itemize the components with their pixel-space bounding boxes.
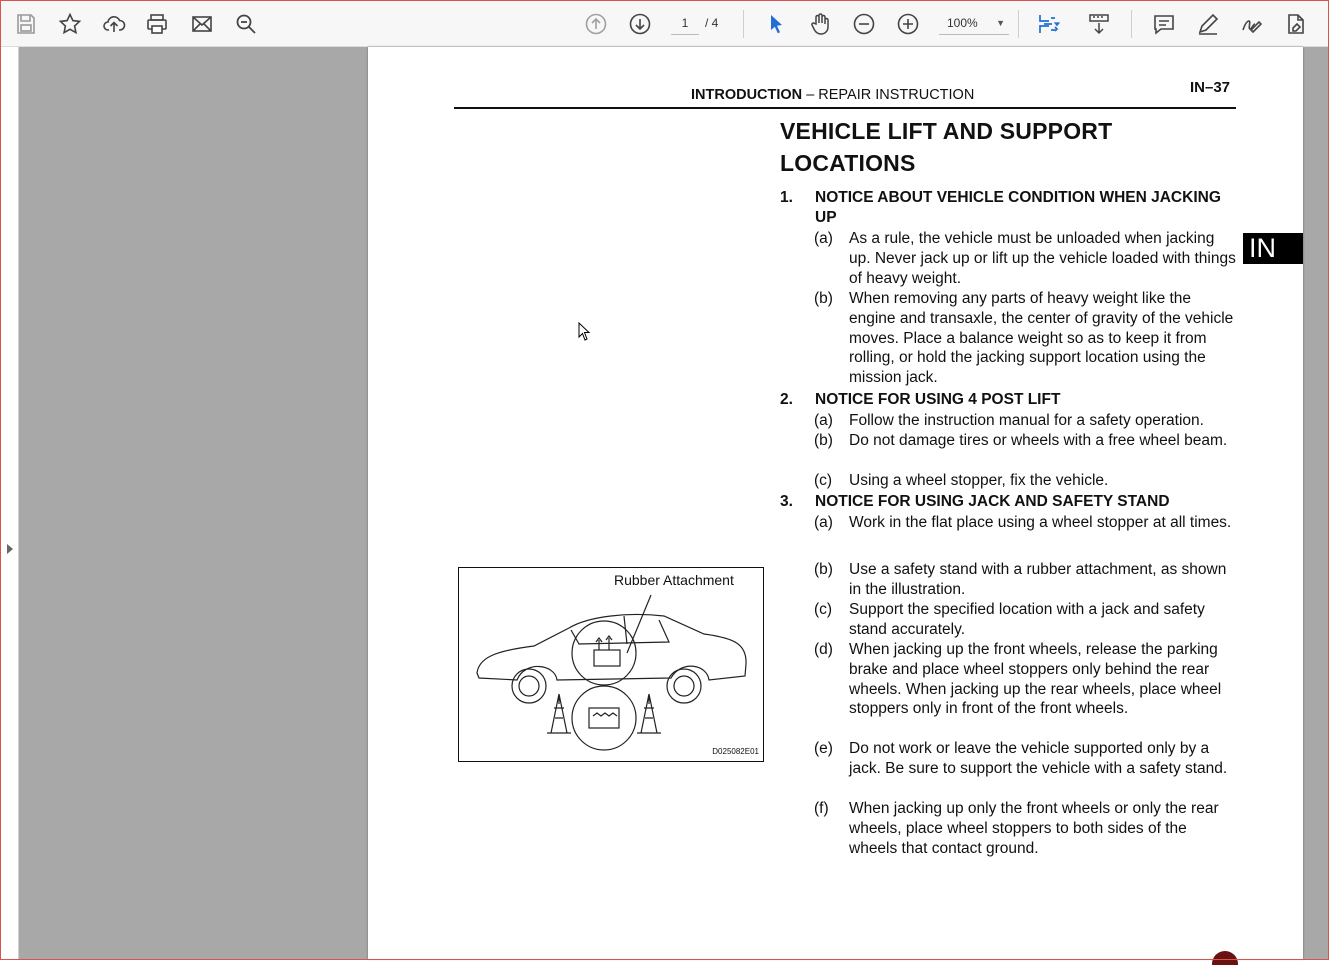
- figure-code: D025082E01: [712, 747, 759, 756]
- section-number: 2.: [780, 391, 793, 408]
- item-text: When jacking up only the front wheels or…: [849, 800, 1219, 857]
- bookmark-star-icon[interactable]: [55, 9, 85, 39]
- section-number: 1.: [780, 189, 793, 206]
- item-label: (a): [814, 514, 833, 531]
- item-text: Support the specified location with a ja…: [849, 601, 1205, 638]
- page-number-input[interactable]: [671, 12, 699, 35]
- item-label: (a): [814, 230, 833, 247]
- search-icon[interactable]: [231, 9, 261, 39]
- section-heading-text: NOTICE FOR USING JACK AND SAFETY STAND: [815, 493, 1170, 510]
- mouse-pointer-icon: [578, 321, 592, 347]
- zoom-select[interactable]: 100% ▼: [939, 12, 1009, 35]
- chevron-down-icon[interactable]: [1052, 9, 1062, 39]
- email-icon[interactable]: [187, 9, 217, 39]
- more-tools-icon[interactable]: [1281, 9, 1311, 39]
- item-text: When jacking up the front wheels, releas…: [849, 641, 1222, 718]
- header-rule: [454, 107, 1236, 109]
- item-text: Do not work or leave the vehicle support…: [849, 740, 1228, 777]
- item-label: (f): [814, 800, 829, 817]
- page-total: / 4: [705, 16, 719, 30]
- toolbar-divider: [1131, 10, 1132, 38]
- section-heading-text: NOTICE ABOUT VEHICLE CONDITION WHEN JACK…: [815, 189, 1221, 226]
- item-label: (e): [814, 740, 833, 757]
- hand-pan-icon[interactable]: [805, 9, 835, 39]
- item-text: Do not damage tires or wheels with a fre…: [849, 432, 1228, 449]
- page-down-icon[interactable]: [625, 9, 655, 39]
- scroll-mode-icon[interactable]: [1084, 9, 1114, 39]
- item-label: (a): [814, 412, 833, 429]
- select-cursor-icon[interactable]: [761, 9, 791, 39]
- page-title: VEHICLE LIFT AND SUPPORT LOCATIONS: [780, 118, 1113, 176]
- item-label: (b): [814, 561, 833, 578]
- sign-icon[interactable]: [1237, 9, 1267, 39]
- item-text: Work in the flat place using a wheel sto…: [849, 514, 1232, 531]
- header-section: INTRODUCTION: [691, 87, 803, 103]
- item-text: As a rule, the vehicle must be unloaded …: [849, 230, 1236, 287]
- save-icon[interactable]: [11, 9, 41, 39]
- car-on-stands-drawing: [476, 594, 747, 751]
- chevron-down-icon: ▼: [996, 18, 1005, 28]
- pdf-toolbar: / 4 100% ▼: [1, 1, 1328, 47]
- figure-callout: Rubber Attachment: [614, 572, 734, 588]
- sidebar-toggle-strip[interactable]: [1, 47, 19, 959]
- page-up-icon[interactable]: [581, 9, 611, 39]
- zoom-in-icon[interactable]: [893, 9, 923, 39]
- item-label: (d): [814, 641, 833, 658]
- section-tab: IN: [1243, 233, 1303, 264]
- comment-icon[interactable]: [1149, 9, 1179, 39]
- item-label: (b): [814, 290, 833, 307]
- header-subsection: – REPAIR INSTRUCTION: [802, 87, 975, 103]
- viewer-right-margin: [1304, 47, 1328, 959]
- item-text: Using a wheel stopper, fix the vehicle.: [849, 472, 1109, 489]
- item-text: When removing any parts of heavy weight …: [849, 290, 1234, 387]
- zoom-out-icon[interactable]: [849, 9, 879, 39]
- item-label: (b): [814, 432, 833, 449]
- item-label: (c): [814, 472, 833, 489]
- item-label: (c): [814, 601, 833, 618]
- toolbar-divider: [743, 10, 744, 38]
- item-text: Follow the instruction manual for a safe…: [849, 412, 1204, 429]
- section-number: 3.: [780, 493, 793, 510]
- expand-arrow-icon[interactable]: [7, 544, 13, 554]
- pdf-page: INTRODUCTION – REPAIR INSTRUCTION IN–37 …: [368, 47, 1303, 959]
- running-header: INTRODUCTION – REPAIR INSTRUCTION: [691, 87, 974, 103]
- zoom-value: 100%: [947, 16, 978, 30]
- draw-icon[interactable]: [1193, 9, 1223, 39]
- toolbar-divider: [1018, 10, 1019, 38]
- page-number-label: IN–37: [1190, 79, 1231, 96]
- print-icon[interactable]: [142, 9, 172, 39]
- upload-cloud-icon[interactable]: [99, 9, 129, 39]
- item-text: Use a safety stand with a rubber attachm…: [849, 561, 1227, 598]
- section-heading-text: NOTICE FOR USING 4 POST LIFT: [815, 391, 1061, 408]
- vehicle-support-illustration: Rubber Attachment D025082E01: [458, 567, 764, 762]
